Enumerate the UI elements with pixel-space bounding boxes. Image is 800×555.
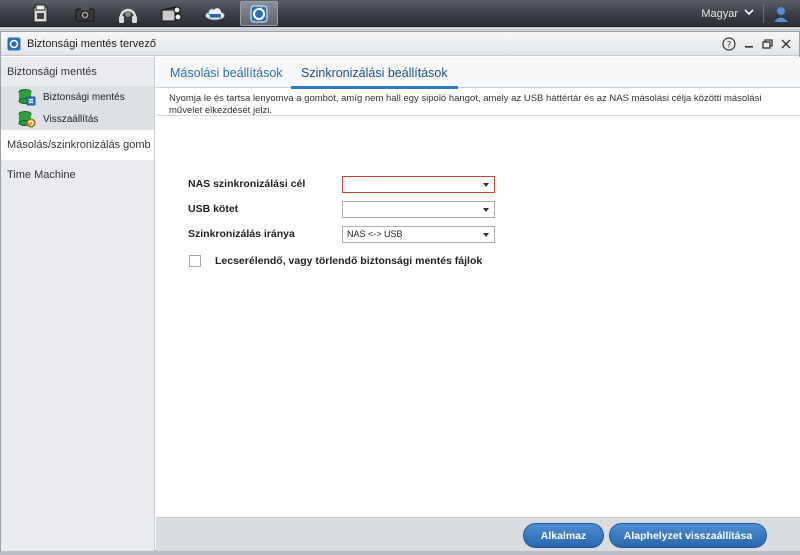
help-icon: ? — [722, 37, 736, 51]
taskbar-app-zyxel-cloud[interactable] — [196, 1, 234, 26]
window-title: Biztonsági mentés tervező — [27, 37, 157, 50]
sync-direction-value: NAS <-> USB — [347, 229, 403, 239]
sync-direction-select[interactable]: NAS <-> USB — [342, 225, 495, 243]
tab-sync-settings[interactable]: Szinkronizálási beállítások — [291, 57, 458, 89]
dropdown-arrow-icon — [483, 182, 489, 187]
usb-volume-label: USB kötet — [188, 203, 239, 215]
sidebar: Biztonsági mentés Biztonsági mentés Viss… — [1, 57, 155, 551]
sidebar-item-label: Visszaállítás — [43, 113, 99, 125]
sidebar-group-label: Biztonsági mentés — [7, 65, 97, 78]
replace-files-label[interactable]: Lecserélendő, vagy törlendő biztonsági m… — [215, 255, 482, 267]
nas-target-select[interactable] — [342, 175, 495, 193]
tab-label: Másolási beállítások — [170, 65, 283, 80]
main-panel: Másolási beállítások Szinkronizálási beá… — [156, 57, 800, 551]
chevron-down-icon — [744, 8, 754, 19]
tab-label: Szinkronizálási beállítások — [301, 65, 448, 80]
sidebar-group-label: Time Machine — [7, 169, 76, 181]
film-icon — [160, 4, 182, 24]
replace-files-row: Lecserélendő, vagy törlendő biztonsági m… — [189, 255, 482, 267]
svg-text:?: ? — [727, 41, 732, 51]
taskbar-app-backup-planner[interactable] — [240, 1, 278, 26]
reset-defaults-button[interactable]: Alaphelyzet visszaállítása — [609, 523, 767, 548]
user-button[interactable] — [770, 3, 792, 24]
dropdown-arrow-icon — [483, 232, 489, 237]
sidebar-group-copy-sync-button[interactable]: Másolás/szinkronizálás gomb — [1, 130, 154, 160]
taskbar-app-video[interactable] — [152, 1, 190, 26]
taskbar-app-music[interactable] — [109, 1, 147, 26]
sidebar-group-label: Másolás/szinkronizálás gomb — [7, 139, 151, 151]
backup-planner-icon — [248, 4, 270, 24]
nas-target-row: NAS szinkronizálási cél — [188, 175, 495, 193]
close-icon — [781, 39, 791, 49]
taskbar-separator — [763, 4, 764, 23]
sidebar-item-label: Biztonsági mentés — [43, 91, 125, 103]
dropdown-arrow-icon — [483, 207, 489, 212]
apply-button[interactable]: Alkalmaz — [523, 523, 604, 548]
minimize-button[interactable] — [741, 36, 757, 52]
tab-copy-settings[interactable]: Másolási beállítások — [170, 57, 283, 88]
language-label: Magyar — [701, 7, 738, 20]
usb-volume-row: USB kötet — [188, 200, 495, 218]
taskbar: Magyar — [0, 0, 800, 27]
window-titlebar[interactable]: Biztonsági mentés tervező ? — [1, 32, 799, 56]
restore-button[interactable] — [759, 36, 775, 52]
sync-direction-label: Szinkronizálás iránya — [188, 228, 295, 240]
backup-planner-window: Biztonsági mentés tervező ? Biztonsági m… — [0, 31, 800, 551]
sync-direction-row: Szinkronizálás iránya NAS <-> USB — [188, 225, 495, 243]
sidebar-group-backup[interactable]: Biztonsági mentés — [1, 57, 154, 86]
nas-target-label: NAS szinkronizálási cél — [188, 178, 306, 190]
user-icon — [774, 6, 788, 22]
sidebar-item-restore[interactable]: Visszaállítás — [1, 108, 154, 130]
taskbar-app-photo[interactable] — [66, 1, 104, 26]
taskbar-app-file-manager[interactable] — [22, 1, 60, 26]
restore-icon — [761, 38, 773, 49]
headphones-icon — [117, 4, 139, 24]
footer-bar: Alkalmaz Alaphelyzet visszaállítása — [156, 517, 800, 551]
language-selector[interactable]: Magyar — [701, 0, 754, 27]
sidebar-group-time-machine[interactable]: Time Machine — [1, 160, 154, 190]
zyxel-cloud-icon — [204, 4, 226, 24]
database-backup-icon — [18, 88, 36, 105]
sidebar-item-backup[interactable]: Biztonsági mentés — [1, 86, 154, 108]
database-restore-icon — [18, 110, 36, 127]
info-text: Nyomja le és tartsa lenyomva a gombot, a… — [156, 88, 800, 116]
tab-bar: Másolási beállítások Szinkronizálási beá… — [156, 57, 800, 89]
minimize-icon — [745, 46, 753, 48]
file-manager-icon — [30, 4, 52, 24]
usb-volume-select[interactable] — [342, 200, 495, 218]
backup-planner-icon — [7, 37, 21, 50]
help-button[interactable]: ? — [721, 36, 737, 52]
camera-icon — [74, 4, 96, 24]
replace-files-checkbox[interactable] — [189, 255, 201, 267]
close-button[interactable] — [778, 36, 794, 52]
window-bottom-edge — [0, 551, 800, 555]
